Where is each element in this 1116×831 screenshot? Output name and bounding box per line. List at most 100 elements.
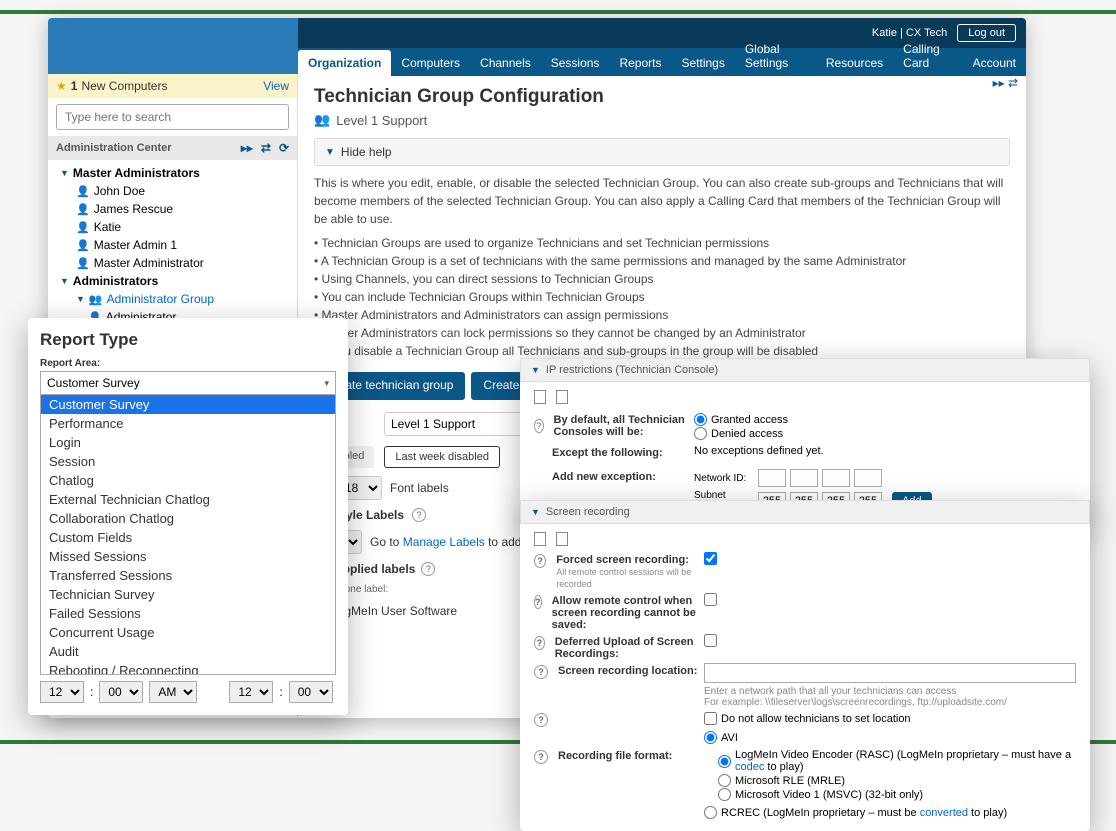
converted-link[interactable]: converted <box>920 807 968 819</box>
report-option[interactable]: Performance <box>41 414 335 433</box>
collapse-icon[interactable]: ⇄ <box>261 141 271 155</box>
rcrec-radio[interactable]: RCREC (LogMeIn proprietary – must be con… <box>704 806 1076 819</box>
network-id-label: Network ID: <box>694 473 754 484</box>
report-option[interactable]: Chatlog <box>41 471 335 490</box>
minute2-select[interactable]: 00 <box>289 681 333 703</box>
tree-admins[interactable]: ▼Administrators <box>48 272 297 290</box>
mrle-radio[interactable]: Microsoft RLE (MRLE) <box>704 774 1076 787</box>
help-icon[interactable]: ? <box>534 750 548 764</box>
report-option[interactable]: Collaboration Chatlog <box>41 509 335 528</box>
tree-user[interactable]: 👤Katie <box>48 218 297 236</box>
tab-computers[interactable]: Computers <box>391 50 470 76</box>
ip-octet[interactable] <box>854 469 882 487</box>
ip-octet[interactable] <box>790 469 818 487</box>
logout-button[interactable]: Log out <box>957 24 1016 42</box>
help-icon[interactable]: ? <box>534 636 545 650</box>
refresh-icon[interactable]: ⟳ <box>279 141 289 155</box>
ip-panel-head[interactable]: ▼IP restrictions (Technician Console) <box>520 358 1090 382</box>
hint: For example: \\fileserver\logs\screenrec… <box>704 697 1076 708</box>
format-label: Recording file format: <box>558 750 672 764</box>
report-option[interactable]: Technician Survey <box>41 585 335 604</box>
report-option[interactable]: Missed Sessions <box>41 547 335 566</box>
tab-settings[interactable]: Settings <box>671 50 734 76</box>
avi-radio[interactable]: AVI <box>704 731 1076 744</box>
hide-help-toggle[interactable]: ▼Hide help <box>314 138 1010 166</box>
location-input[interactable] <box>704 663 1076 683</box>
denied-radio[interactable]: Denied access <box>694 427 1076 440</box>
minute-select[interactable]: 00 <box>99 681 143 703</box>
no-set-loc-checkbox[interactable]: Do not allow technicians to set location <box>704 712 1076 725</box>
help-icon[interactable]: ? <box>534 419 544 433</box>
view-link[interactable]: View <box>263 79 289 93</box>
tab-resources[interactable]: Resources <box>816 50 893 76</box>
report-option[interactable]: Rebooting / Reconnecting <box>41 661 335 675</box>
tab-account[interactable]: Account <box>963 50 1026 76</box>
ip-octet[interactable] <box>758 469 786 487</box>
tree-user[interactable]: 👤Master Admin 1 <box>48 236 297 254</box>
help-text: This is where you edit, enable, or disab… <box>314 174 1010 360</box>
search-input[interactable] <box>56 104 289 130</box>
paste-icon[interactable] <box>556 390 568 404</box>
manage-labels-link[interactable]: Manage Labels <box>403 535 485 549</box>
help-icon[interactable]: ? <box>412 508 426 522</box>
report-option[interactable]: Transferred Sessions <box>41 566 335 585</box>
copy-icon[interactable] <box>534 532 546 546</box>
granted-radio[interactable]: Granted access <box>694 413 1076 426</box>
tab-organization[interactable]: Organization <box>298 50 391 76</box>
forced-checkbox[interactable] <box>704 552 717 565</box>
nav-bar: Organization Computers Channels Sessions… <box>298 48 1026 76</box>
report-option[interactable]: Audit <box>41 642 335 661</box>
tree-user[interactable]: 👤Master Administrator <box>48 254 297 272</box>
notice-count: 1 <box>71 79 78 93</box>
help-icon[interactable]: ? <box>421 562 435 576</box>
tab-global-settings[interactable]: Global Settings <box>735 36 816 76</box>
report-area-select[interactable]: Customer Survey▾ <box>40 371 336 395</box>
sr-panel: ▼Screen recording ? Forced screen recordi… <box>520 500 1090 831</box>
codec-link[interactable]: codec <box>735 761 764 773</box>
tab-channels[interactable]: Channels <box>470 50 541 76</box>
msvc-radio[interactable]: Microsoft Video 1 (MSVC) (32-bit only) <box>704 788 1076 801</box>
tree-user[interactable]: 👤John Doe <box>48 182 297 200</box>
allow-rc-label: Allow remote control when screen recordi… <box>552 595 704 631</box>
report-option[interactable]: External Technician Chatlog <box>41 490 335 509</box>
report-option[interactable]: Login <box>41 433 335 452</box>
ip-octet[interactable] <box>822 469 850 487</box>
report-option[interactable]: Customer Survey <box>41 395 335 414</box>
status-disabled[interactable]: Last week disabled <box>384 446 500 468</box>
allow-rc-checkbox[interactable] <box>704 593 717 606</box>
no-exceptions: No exceptions defined yet. <box>694 445 824 457</box>
section-label: Administration Center <box>56 142 172 154</box>
hour2-select[interactable]: 12 <box>229 681 273 703</box>
expand-icon[interactable]: ▸▸ <box>241 141 253 155</box>
report-popup: Report Type Report Area: Customer Survey… <box>28 318 348 715</box>
report-option[interactable]: Concurrent Usage <box>41 623 335 642</box>
sr-panel-head[interactable]: ▼Screen recording <box>520 500 1090 524</box>
rasc-radio[interactable]: LogMeIn Video Encoder (RASC) (LogMeIn pr… <box>704 749 1076 773</box>
star-icon: ★ <box>56 79 67 93</box>
tree-admin-group[interactable]: ▼👥Administrator Group <box>48 290 297 308</box>
tree-user[interactable]: 👤James Rescue <box>48 200 297 218</box>
tab-sessions[interactable]: Sessions <box>541 50 610 76</box>
forced-label: Forced screen recording: <box>556 554 689 566</box>
tree-master-admins[interactable]: ▼Master Administrators <box>48 164 297 182</box>
copy-icon[interactable] <box>534 390 546 404</box>
deferred-checkbox[interactable] <box>704 634 717 647</box>
default-label: By default, all Technician Consoles will… <box>554 414 694 438</box>
paste-icon[interactable] <box>556 532 568 546</box>
tab-calling-card[interactable]: Calling Card <box>893 36 962 76</box>
help-icon[interactable]: ? <box>534 665 548 679</box>
help-icon[interactable]: ? <box>534 595 542 609</box>
notice-bar[interactable]: ★ 1 New Computers View <box>48 74 297 98</box>
help-icon[interactable]: ? <box>534 713 548 727</box>
ampm-select[interactable]: AM <box>149 681 197 703</box>
help-icon[interactable]: ? <box>534 554 546 568</box>
chevron-down-icon: ▾ <box>324 378 329 389</box>
hour-select[interactable]: 12 <box>40 681 84 703</box>
report-option[interactable]: Custom Fields <box>41 528 335 547</box>
report-option[interactable]: Failed Sessions <box>41 604 335 623</box>
report-option[interactable]: Session <box>41 452 335 471</box>
except-label: Except the following: <box>552 447 663 459</box>
report-options: Customer Survey Performance Login Sessio… <box>40 395 336 675</box>
notice-label: New Computers <box>81 79 167 93</box>
tab-reports[interactable]: Reports <box>609 50 671 76</box>
